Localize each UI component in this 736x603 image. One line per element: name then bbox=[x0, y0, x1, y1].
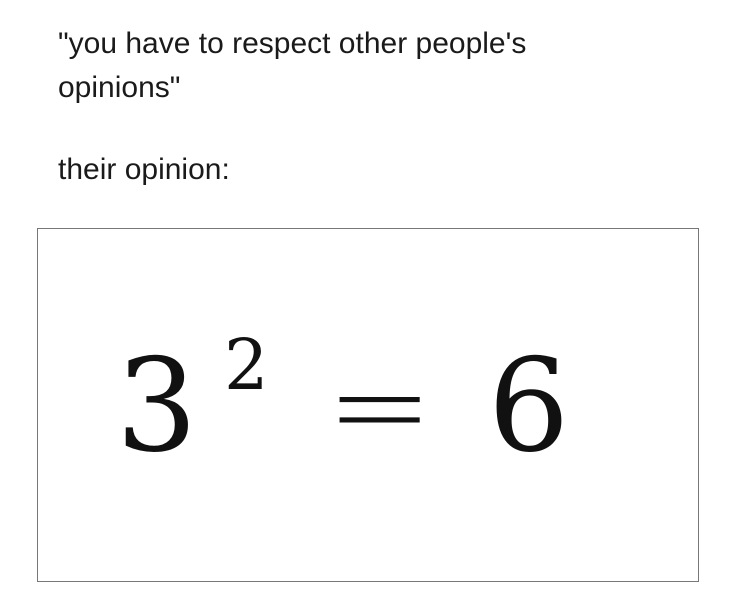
equation-operator: = bbox=[326, 332, 434, 481]
meme-caption: "you have to respect other people's opin… bbox=[58, 22, 678, 192]
equation-exponent: 2 bbox=[224, 324, 269, 406]
equation-box: 3 2 = 6 bbox=[37, 228, 699, 582]
opinion-label: their opinion: bbox=[58, 153, 230, 186]
equation-result: 6 bbox=[488, 332, 570, 481]
equation-base: 3 bbox=[116, 332, 198, 481]
quote-line-2: opinions" bbox=[58, 71, 181, 104]
equation: 3 2 = 6 bbox=[116, 324, 616, 487]
quote-line-1: "you have to respect other people's bbox=[58, 27, 527, 60]
